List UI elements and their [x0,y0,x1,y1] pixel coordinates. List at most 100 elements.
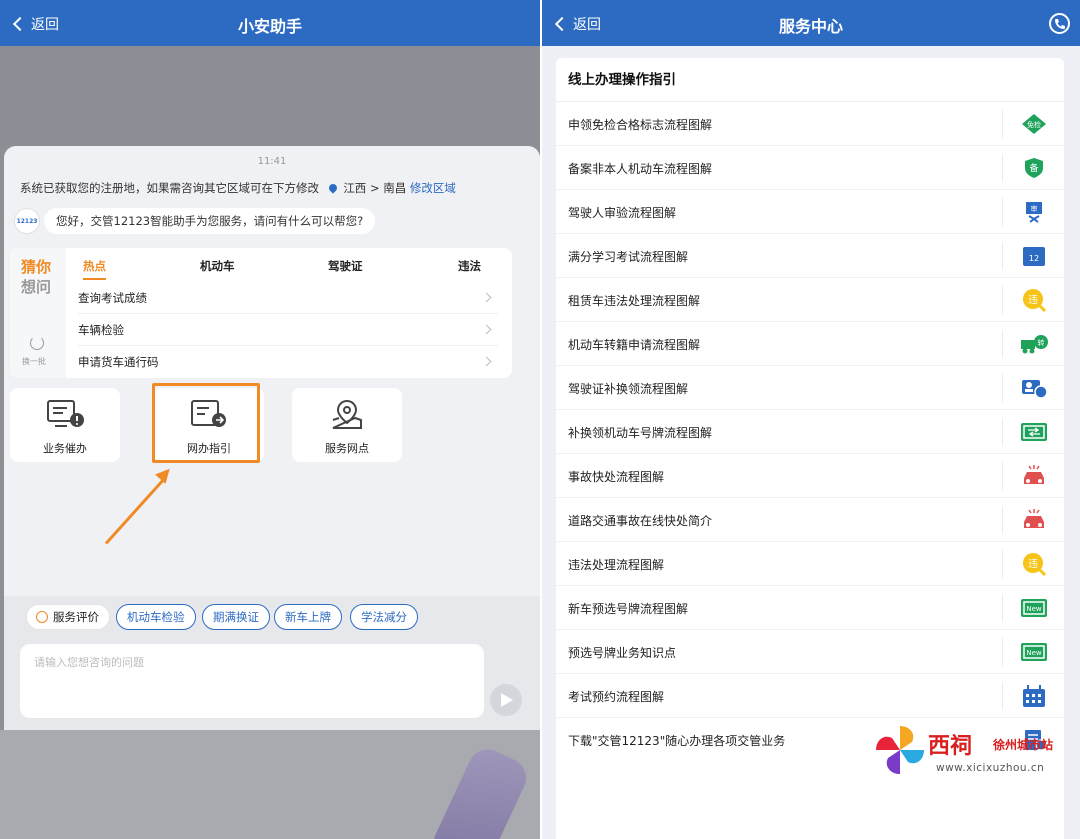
top-bar: 返回 小安助手 [0,0,540,46]
guess-title-1: 猜你 [21,258,52,276]
watermark-logo: 西祠 徐州城市站 www.xicixuzhou.cn [872,722,1080,788]
refresh-icon[interactable] [30,336,44,350]
guide-item-label: 考试预约流程图解 [568,690,665,704]
top-bar: 返回 服务中心 [542,0,1080,46]
divider [1002,462,1003,490]
map-pin-icon [332,399,362,429]
guess-title-2: 想问 [21,278,52,296]
location-pin-icon [326,182,339,194]
exempt-badge-icon: 免检 [1020,112,1048,136]
service-label: 业务催办 [43,442,87,455]
audit-icon: 审 [1020,200,1048,224]
guide-list-item[interactable]: 预选号牌业务知识点 New [556,630,1064,674]
guess-questions-card: 猜你 想问 换一批 热点 机动车 驾驶证 违法 查询考试成绩 车辆检验 申请货车… [10,248,512,378]
phone-icon [1054,18,1065,29]
divider [1002,110,1003,138]
section-title: 线上办理操作指引 [556,58,1064,102]
watermark-url: www.xicixuzhou.cn [936,762,1045,774]
question-item[interactable]: 查询考试成绩 [78,282,498,314]
service-outlet-button[interactable]: 服务网点 [292,388,402,462]
question-item[interactable]: 申请货车通行码 [78,346,498,378]
accident-car-icon [1020,508,1048,532]
guide-list-item[interactable]: 补换领机动车号牌流程图解 [556,410,1064,454]
guide-item-label: 备案非本人机动车流程图解 [568,162,713,176]
chip-label: 服务评价 [53,610,99,624]
violation-search-icon: 违 [1020,288,1048,313]
guide-item-label: 机动车转籍申请流程图解 [568,338,701,352]
send-button[interactable] [490,684,522,716]
highlight-frame [152,383,260,463]
divider [1002,638,1003,666]
accident-car-icon [1020,464,1048,488]
greeting-bubble: 您好，交管12123智能助手为您服务，请问有什么可以帮您? [44,208,376,234]
guide-list-item[interactable]: 申领免检合格标志流程图解 免检 [556,102,1064,146]
divider [1002,242,1003,270]
guide-item-label: 补换领机动车号牌流程图解 [568,426,713,440]
divider [1002,682,1003,710]
guide-list-item[interactable]: 机动车转籍申请流程图解 转 [556,322,1064,366]
question-item[interactable]: 车辆检验 [78,314,498,346]
guess-side: 猜你 想问 换一批 [10,248,66,378]
divider [1002,330,1003,358]
chevron-right-icon [481,356,492,367]
divider [1002,594,1003,622]
rate-service-chip[interactable]: 服务评价 [26,604,110,630]
service-urge-button[interactable]: 业务催办 [10,388,120,462]
quick-chip[interactable]: 新车上牌 [274,604,342,630]
phone-button[interactable] [1049,13,1070,34]
svg-text:违: 违 [1028,558,1038,570]
guide-item-label: 违法处理流程图解 [568,558,665,572]
tab-license[interactable]: 驾驶证 [328,258,363,274]
record-shield-icon: 备 [1020,156,1048,180]
guide-list-item[interactable]: 驾驶证补换领流程图解 [556,366,1064,410]
guide-list-item[interactable]: 事故快处流程图解 [556,454,1064,498]
pointer-arrowhead [155,464,175,484]
calendar-grid-icon [1020,684,1048,708]
avatar-label: 12123 [16,217,38,225]
svg-text:违: 违 [1028,294,1038,306]
message-time: 11:41 [257,156,287,167]
guide-item-label: 满分学习考试流程图解 [568,250,689,264]
pointer-arrow [104,478,165,545]
guide-list-item[interactable]: 驾驶人审验流程图解 审 [556,190,1064,234]
system-message-text: 系统已获取您的注册地，如果需咨询其它区域可在下方修改 [20,181,319,195]
guide-item-label: 事故快处流程图解 [568,470,665,484]
assistant-screen: 返回 小安助手 11:41 系统已获取您的注册地，如果需咨询其它区域可在下方修改… [0,0,540,839]
svg-text:12: 12 [1029,254,1039,263]
lightbulb-icon [36,611,48,623]
plate-exchange-icon [1020,420,1048,444]
tab-hot[interactable]: 热点 [83,258,106,280]
refresh-label[interactable]: 换一批 [22,356,46,367]
tab-vehicle[interactable]: 机动车 [200,258,235,274]
region-label: 江西 > 南昌 [343,181,407,195]
new-plate-icon: New [1020,640,1048,664]
guide-item-label: 下载"交管12123"随心办理各项交管业务 [568,734,786,748]
guide-item-label: 新车预选号牌流程图解 [568,602,689,616]
guide-list-item[interactable]: 道路交通事故在线快处简介 [556,498,1064,542]
divider [1002,198,1003,226]
change-region-link[interactable]: 修改区域 [410,181,456,195]
topic-tabs: 热点 机动车 驾驶证 违法 [70,256,512,280]
quick-chip[interactable]: 期满换证 [202,604,270,630]
quick-chip[interactable]: 学法减分 [350,604,418,630]
guide-list-item[interactable]: 满分学习考试流程图解 12 [556,234,1064,278]
license-card-icon [1020,376,1048,400]
question-label: 车辆检验 [78,323,124,337]
svg-text:备: 备 [1029,162,1038,174]
page-title: 服务中心 [778,17,843,36]
quick-chip[interactable]: 机动车检验 [116,604,196,630]
page-title: 小安助手 [237,17,302,36]
tab-violation[interactable]: 违法 [458,258,481,274]
background-decoration [427,742,533,839]
question-input[interactable] [20,644,484,718]
calendar-12-icon: 12 [1020,244,1048,268]
guide-list-item[interactable]: 考试预约流程图解 [556,674,1064,718]
divider [1002,506,1003,534]
guide-item-label: 驾驶人审验流程图解 [568,206,677,220]
pinwheel-logo-icon [876,726,924,774]
guide-list-item[interactable]: 新车预选号牌流程图解 New [556,586,1064,630]
chevron-right-icon [481,324,492,335]
guide-list-item[interactable]: 违法处理流程图解 违 [556,542,1064,586]
guide-list-item[interactable]: 租赁车违法处理流程图解 违 [556,278,1064,322]
guide-list-item[interactable]: 备案非本人机动车流程图解 备 [556,146,1064,190]
